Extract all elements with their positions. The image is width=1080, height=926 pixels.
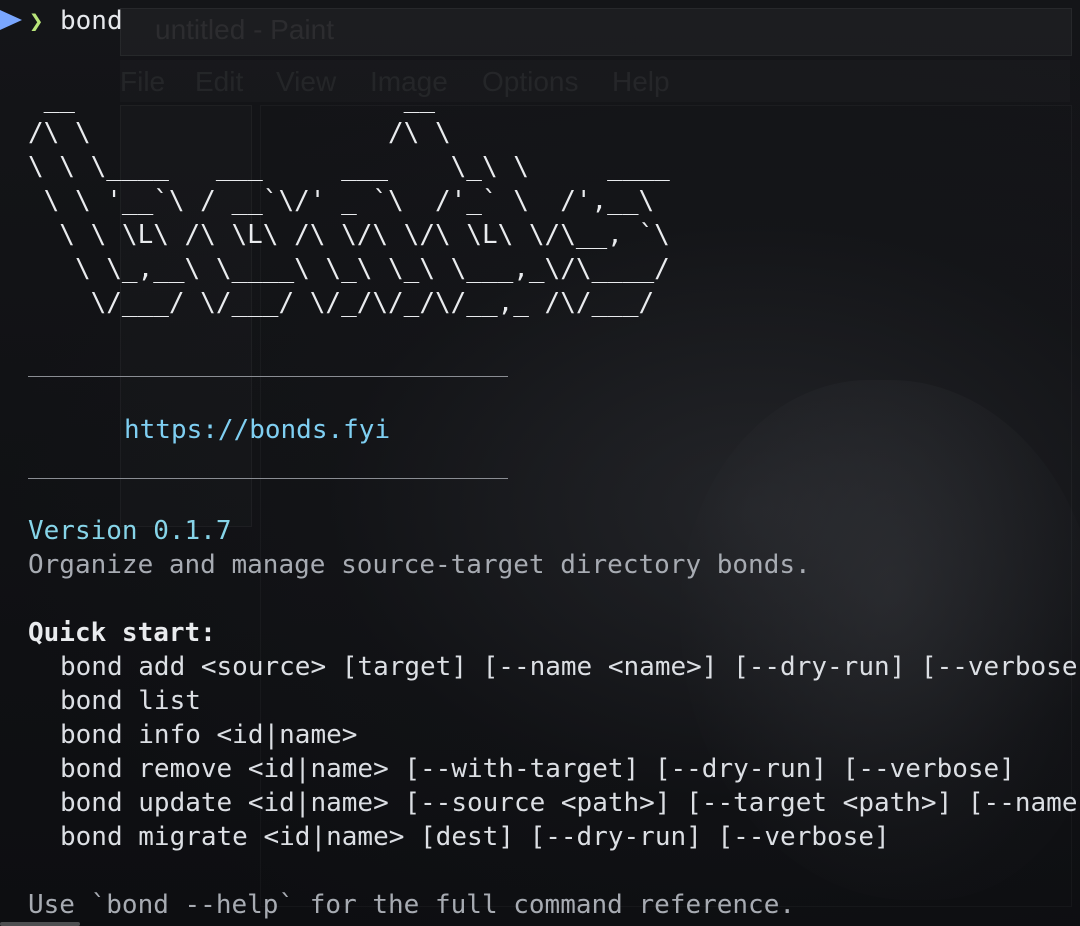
website-link[interactable]: https://bonds.fyi <box>124 413 390 447</box>
version-text: Version 0.1.7 <box>28 516 232 546</box>
command-line-add: bond add <source> [target] [--name <name… <box>60 652 1080 682</box>
prompt-chevron-icon: ❯ <box>29 7 44 35</box>
command-line-list: bond list <box>60 686 201 716</box>
background-titlebar <box>120 8 1072 56</box>
description-text: Organize and manage source-target direct… <box>28 550 811 580</box>
prompt-marker-icon <box>0 10 22 30</box>
terminal-window[interactable]: untitled - Paint File Edit View Image Op… <box>0 0 1080 926</box>
command-line-info: bond info <id|name> <box>60 720 358 750</box>
command-line-update: bond update <id|name> [--source <path>] … <box>60 788 1078 818</box>
command-line-migrate: bond migrate <id|name> [dest] [--dry-run… <box>60 822 890 852</box>
divider-top <box>28 376 508 377</box>
help-hint-text: Use `bond --help` for the full command r… <box>28 890 796 920</box>
quick-start-heading: Quick start: <box>28 618 216 648</box>
background-window-title: untitled - Paint <box>155 14 334 45</box>
command-line-remove: bond remove <id|name> [--with-target] [-… <box>60 754 1015 784</box>
scrollbar[interactable] <box>0 922 80 926</box>
prompt-command: bond <box>60 6 123 36</box>
ascii-logo: __ __ /\ \ /\ \ \ \ \____ ___ ___ \_\ \ … <box>28 84 670 318</box>
divider-bottom <box>28 478 508 479</box>
